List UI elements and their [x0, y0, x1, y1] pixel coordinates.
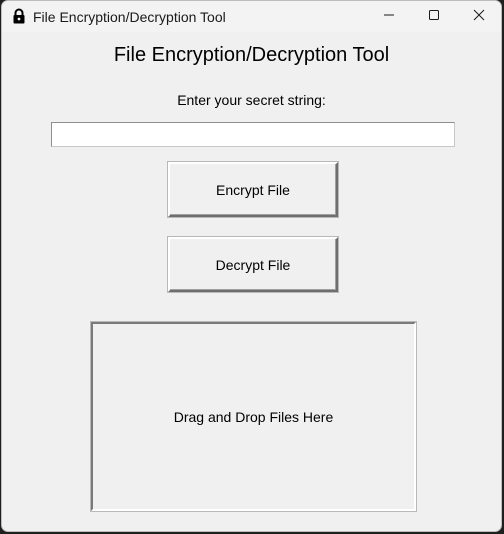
maximize-button[interactable]	[411, 1, 457, 32]
minimize-button[interactable]	[366, 1, 412, 32]
lock-icon	[11, 8, 27, 24]
encrypt-file-button[interactable]: Encrypt File	[168, 162, 338, 217]
encrypt-file-button-label: Encrypt File	[216, 181, 290, 198]
page-title: File Encryption/Decryption Tool	[113, 44, 390, 66]
file-drop-zone[interactable]: Drag and Drop Files Here	[91, 322, 416, 511]
maximize-icon	[428, 8, 440, 26]
title-bar[interactable]: File Encryption/Decryption Tool	[2, 1, 501, 32]
decrypt-file-button[interactable]: Decrypt File	[168, 237, 338, 292]
secret-string-label: Enter your secret string:	[177, 92, 326, 108]
minimize-icon	[383, 8, 395, 26]
window-title: File Encryption/Decryption Tool	[33, 9, 226, 25]
secret-string-input[interactable]	[51, 122, 455, 147]
close-icon	[473, 8, 485, 26]
close-button[interactable]	[456, 1, 501, 32]
app-window: File Encryption/Decryption Tool File Enc…	[1, 0, 502, 532]
drop-zone-label: Drag and Drop Files Here	[173, 408, 334, 425]
decrypt-file-button-label: Decrypt File	[215, 256, 291, 273]
